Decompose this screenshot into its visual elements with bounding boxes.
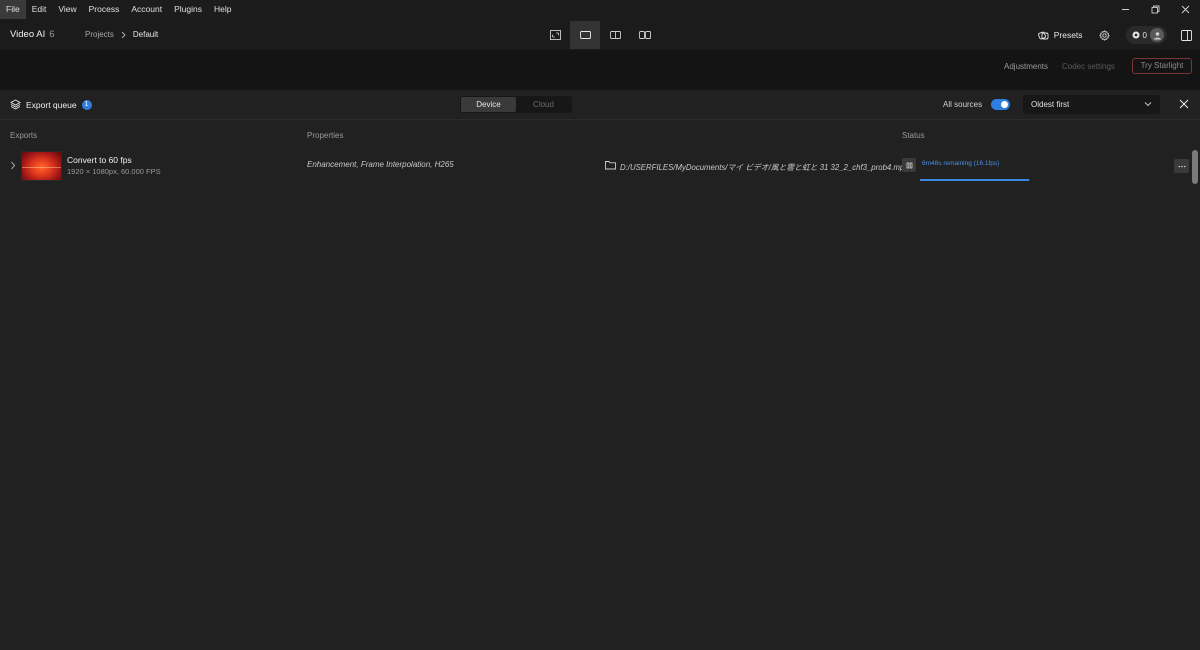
export-queue-title: Export queue 1 (10, 99, 92, 110)
export-progress-bar (920, 179, 1030, 181)
user-icon (1153, 31, 1161, 39)
credits-badge[interactable]: 0 (1125, 26, 1167, 44)
menu-edit[interactable]: Edit (26, 0, 53, 19)
split-view-icon (609, 31, 621, 39)
tab-cloud[interactable]: Cloud (516, 97, 571, 112)
breadcrumb-default[interactable]: Default (133, 30, 158, 39)
export-status-text: 6m48s remaining (16.1fps) (922, 160, 1000, 167)
column-header-status: Status (902, 131, 925, 140)
menu-help[interactable]: Help (208, 0, 237, 19)
app-brand: Video AI 6 (10, 29, 55, 40)
app-header: Video AI 6 Projects Default Presets 0 (0, 19, 1200, 51)
presets-icon (1037, 31, 1049, 39)
export-progress-fill (920, 179, 1029, 181)
close-queue-button[interactable] (1178, 98, 1190, 110)
credits-count: 0 (1142, 30, 1147, 40)
column-header-exports: Exports (10, 131, 38, 140)
pause-icon (906, 162, 912, 168)
avatar[interactable] (1150, 28, 1164, 42)
minimize-icon (1121, 9, 1129, 10)
export-output-path[interactable]: D:/USERFILES/MyDocuments/マイ ビデオ/風と雲と虹と 3… (620, 162, 909, 173)
view-crop-button[interactable] (540, 21, 570, 49)
expand-row-button[interactable] (10, 161, 16, 170)
crop-view-icon (549, 30, 561, 40)
presets-label: Presets (1053, 30, 1083, 40)
chevron-right-icon (121, 31, 126, 38)
tab-adjustments[interactable]: Adjustments (1004, 62, 1048, 71)
credit-coin-icon (1132, 31, 1140, 39)
export-properties: Enhancement, Frame Interpolation, H265 (307, 160, 454, 169)
scrollbar[interactable] (1192, 150, 1198, 184)
header-actions: Presets 0 (1037, 19, 1200, 51)
more-options-button[interactable] (1174, 159, 1189, 173)
column-header-properties: Properties (307, 131, 344, 140)
gear-icon (1098, 29, 1110, 41)
view-side-by-side-button[interactable] (630, 21, 660, 49)
view-mode-group (540, 21, 660, 49)
menu-bar: File Edit View Process Account Plugins H… (0, 0, 1200, 19)
window-controls (1110, 0, 1200, 19)
pause-button[interactable] (902, 158, 916, 172)
video-thumbnail (21, 151, 62, 181)
restore-button[interactable] (1140, 0, 1170, 19)
breadcrumb: Projects Default (85, 30, 158, 39)
minimize-button[interactable] (1110, 0, 1140, 19)
sort-dropdown[interactable]: Oldest first (1023, 95, 1160, 114)
folder-icon (605, 161, 616, 170)
chevron-down-icon (1144, 102, 1152, 107)
tab-device[interactable]: Device (461, 97, 516, 112)
export-queue-panel: Export queue 1 Device Cloud All sources … (0, 90, 1200, 650)
queue-source-tabs: Device Cloud (460, 96, 572, 113)
view-single-button[interactable] (570, 21, 600, 49)
more-icon (1177, 165, 1186, 167)
menu-account[interactable]: Account (125, 0, 168, 19)
all-sources-label: All sources (943, 100, 983, 109)
try-starlight-button[interactable]: Try Starlight (1132, 58, 1192, 74)
menu-process[interactable]: Process (83, 0, 126, 19)
single-view-icon (579, 31, 591, 39)
export-meta: 1920 × 1080px, 60.000 FPS (67, 167, 161, 176)
view-split-button[interactable] (600, 21, 630, 49)
tab-codec-settings[interactable]: Codec settings (1062, 62, 1115, 71)
settings-button[interactable] (1098, 29, 1110, 41)
background-toolbar: Adjustments Codec settings Try Starlight (0, 51, 1200, 90)
sort-value: Oldest first (1031, 100, 1070, 109)
close-icon (1181, 5, 1189, 14)
chevron-right-icon (11, 161, 16, 170)
restore-icon (1151, 5, 1159, 14)
export-queue-label: Export queue (26, 99, 77, 110)
close-window-button[interactable] (1170, 0, 1200, 19)
presets-button[interactable]: Presets (1037, 30, 1083, 41)
sidebar-panel-icon (1181, 29, 1192, 41)
queue-count-badge: 1 (81, 99, 92, 110)
export-queue-header: Export queue 1 Device Cloud All sources … (0, 90, 1200, 120)
side-by-side-icon (639, 31, 651, 39)
app-name: Video AI (10, 29, 46, 40)
layers-icon (10, 99, 21, 110)
panel-toggle-button[interactable] (1181, 29, 1192, 41)
menu-view[interactable]: View (52, 0, 82, 19)
close-icon (1179, 99, 1189, 109)
menu-plugins[interactable]: Plugins (168, 0, 208, 19)
menu-file[interactable]: File (0, 0, 26, 19)
export-row[interactable]: Convert to 60 fps 1920 × 1080px, 60.000 … (0, 150, 1200, 182)
export-name: Convert to 60 fps (67, 155, 132, 165)
app-version: 6 (49, 29, 55, 40)
all-sources-toggle[interactable] (991, 99, 1010, 110)
breadcrumb-projects[interactable]: Projects (85, 30, 114, 39)
open-folder-button[interactable] (605, 160, 616, 170)
